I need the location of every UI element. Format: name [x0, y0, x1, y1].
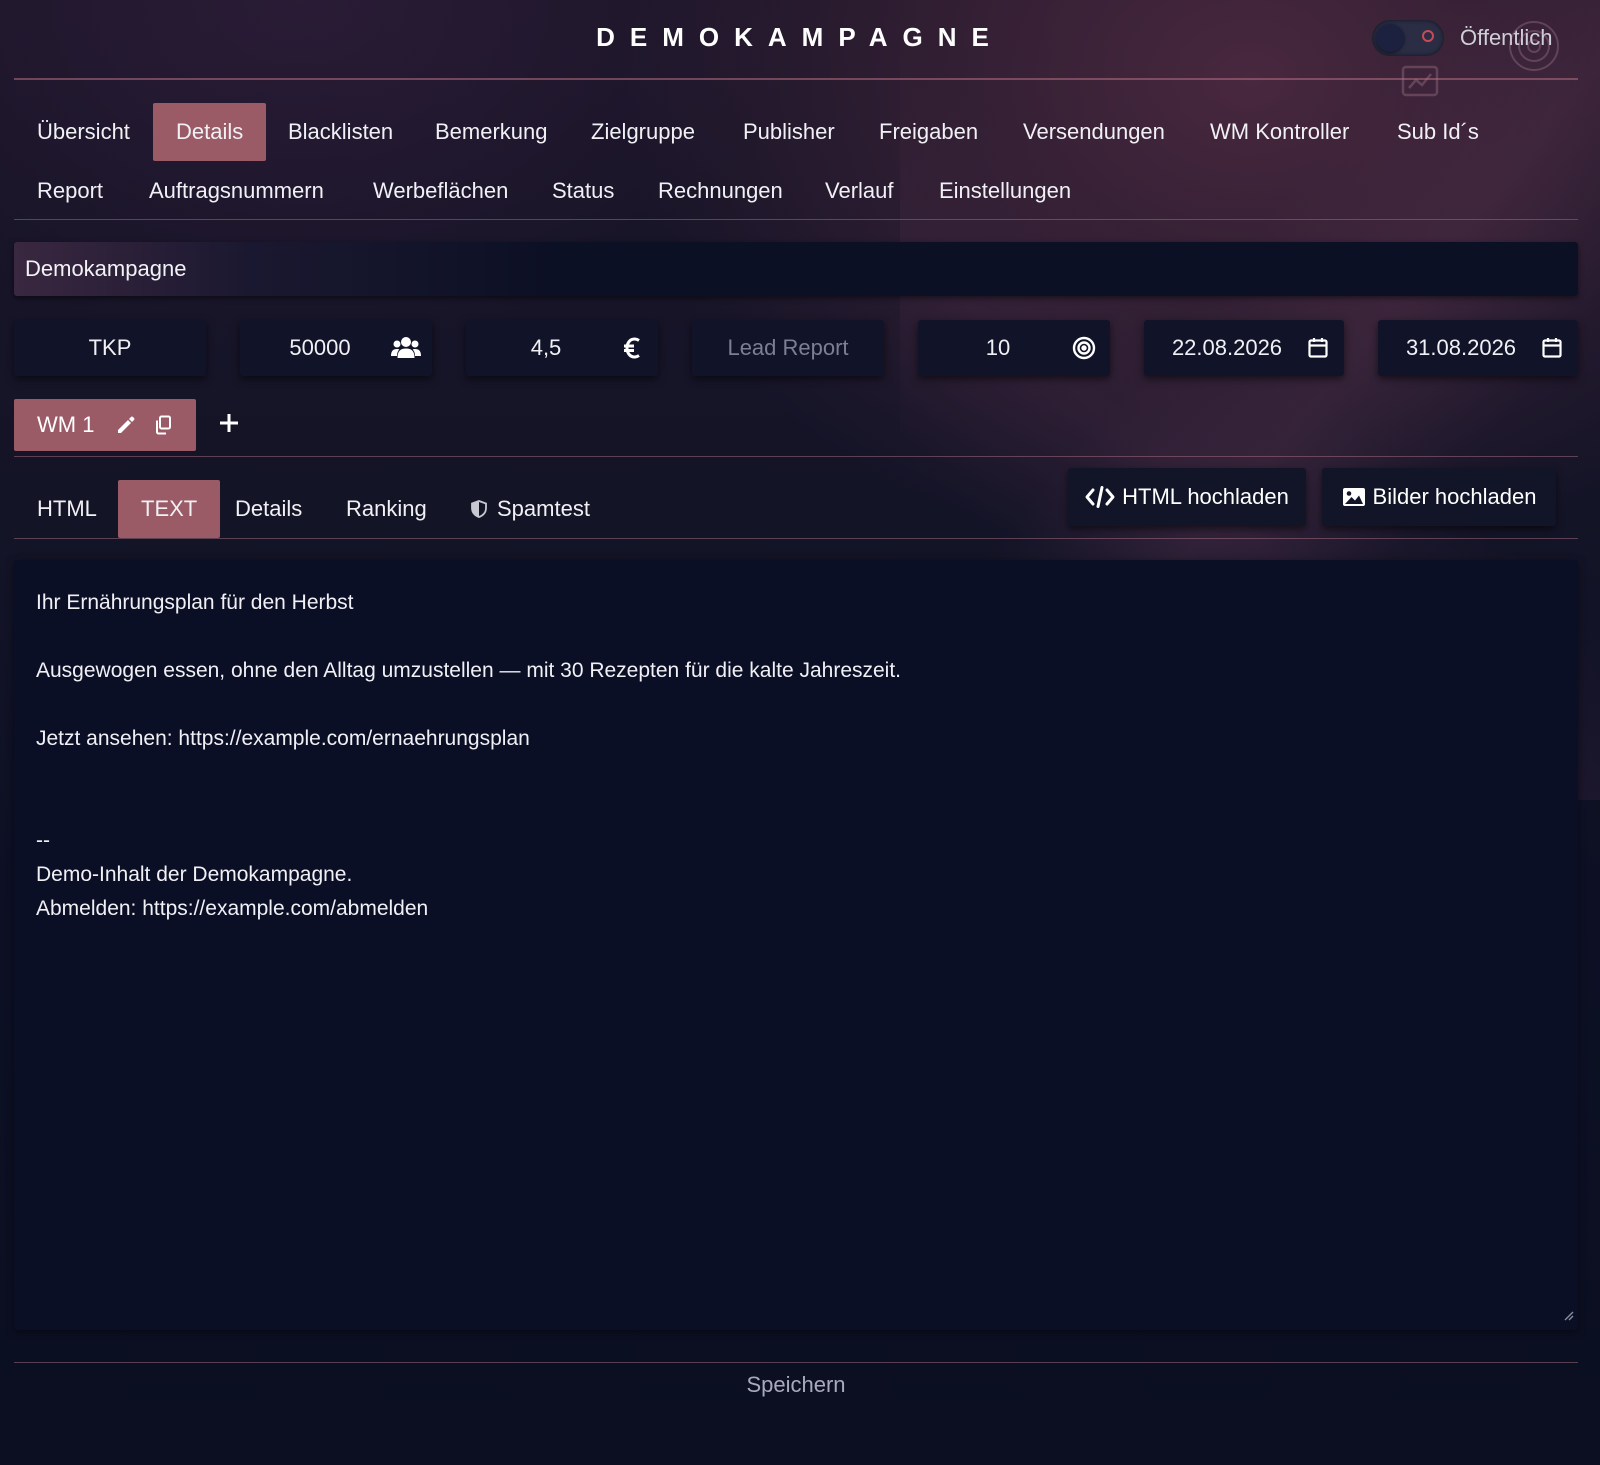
mailing-tab-label: WM 1 — [37, 412, 95, 437]
nav-tab-publisher[interactable]: Publisher — [720, 103, 858, 161]
editor-line: Ausgewogen essen, ohne den Alltag umzust… — [36, 659, 902, 682]
tab-details[interactable]: Details — [212, 480, 325, 538]
tab-text[interactable]: TEXT — [118, 480, 221, 538]
start-date-value: 22.08.2026 — [1171, 335, 1283, 360]
target-input[interactable]: 10 — [918, 320, 1110, 376]
editor-line: Jetzt ansehen: https://example.com/ernae… — [36, 727, 530, 750]
calendar-icon[interactable] — [1292, 337, 1344, 359]
shield-icon — [471, 500, 487, 518]
editor-line: Abmelden: https://example.com/abmelden — [36, 897, 429, 920]
billing-type-value: TKP — [88, 335, 132, 360]
report-placeholder: Lead Report — [727, 335, 849, 360]
upload-html-button[interactable]: HTML hochladen — [1068, 468, 1306, 526]
nav-tab-rechnungen[interactable]: Rechnungen — [635, 162, 806, 220]
price-input[interactable]: 4,5 — [466, 320, 658, 376]
tab-ranking[interactable]: Ranking — [323, 480, 450, 538]
upload-images-button[interactable]: Bilder hochladen — [1322, 468, 1556, 526]
header-divider — [14, 78, 1578, 80]
users-icon — [380, 336, 432, 360]
nav-tab-bemerkung[interactable]: Bemerkung — [412, 103, 571, 161]
mailing-divider — [14, 456, 1578, 457]
nav-tab-report[interactable]: Report — [14, 162, 126, 220]
public-switch[interactable] — [1372, 20, 1444, 56]
footer-divider — [14, 1362, 1578, 1363]
text-editor[interactable]: Ihr Ernährungsplan für den Herbst Ausgew… — [14, 560, 1578, 1330]
nav-tab-versendungen[interactable]: Versendungen — [1000, 103, 1188, 161]
tab-spamtest[interactable]: Spamtest — [448, 480, 613, 538]
billing-type-select[interactable]: TKP — [14, 320, 206, 376]
page-title: DEMOKAMPAGNE — [596, 22, 1004, 52]
upload-html-label: HTML hochladen — [1122, 484, 1289, 509]
nav-tab-details[interactable]: Details — [153, 103, 267, 161]
editor-line: Ihr Ernährungsplan für den Herbst — [36, 591, 354, 614]
tab-spamtest-label: Spamtest — [497, 496, 590, 521]
editor-line: Demo-Inhalt der Demokampagne. — [36, 863, 353, 886]
copy-icon[interactable] — [154, 415, 172, 435]
nav-tab-status[interactable]: Status — [529, 162, 637, 220]
resize-handle-icon[interactable] — [1562, 1308, 1574, 1326]
euro-icon — [606, 337, 658, 359]
chart-decoration-icon — [1400, 64, 1440, 105]
nav-divider — [14, 219, 1578, 220]
report-input[interactable]: Lead Report — [692, 320, 884, 376]
image-icon — [1342, 488, 1365, 506]
nav-tab-blacklisten[interactable]: Blacklisten — [265, 103, 416, 161]
target-value: 10 — [985, 335, 1011, 360]
nav-tab-werbeflaechen[interactable]: Werbeflächen — [350, 162, 531, 220]
mailing-tab-wm-1[interactable]: WM 1 — [14, 399, 196, 451]
start-date-input[interactable]: 22.08.2026 — [1144, 320, 1344, 376]
nav-tab-wm-kontroller[interactable]: WM Kontroller — [1187, 103, 1372, 161]
volume-value: 50000 — [289, 335, 351, 360]
price-value: 4,5 — [530, 335, 562, 360]
plus-icon[interactable] — [218, 412, 240, 439]
nav-tab-zielgruppe[interactable]: Zielgruppe — [568, 103, 718, 161]
end-date-input[interactable]: 31.08.2026 — [1378, 320, 1578, 376]
editor-line: -- — [36, 829, 50, 852]
volume-input[interactable]: 50000 — [240, 320, 432, 376]
switch-off-indicator — [1422, 30, 1434, 42]
campaign-name-bar — [14, 242, 1578, 296]
nav-tab-freigaben[interactable]: Freigaben — [856, 103, 1001, 161]
nav-tab-verlauf[interactable]: Verlauf — [802, 162, 917, 220]
target-icon — [1058, 336, 1110, 360]
nav-tab-einstellungen[interactable]: Einstellungen — [916, 162, 1094, 220]
tab-html[interactable]: HTML — [14, 480, 120, 538]
nav-tab-uebersicht[interactable]: Übersicht — [14, 103, 153, 161]
end-date-value: 31.08.2026 — [1405, 335, 1517, 360]
campaign-name-input[interactable] — [14, 242, 1578, 296]
calendar-icon[interactable] — [1526, 337, 1578, 359]
switch-knob — [1376, 24, 1404, 52]
code-icon — [1085, 486, 1115, 508]
pencil-icon[interactable] — [116, 415, 136, 435]
nav-tab-auftragsnummern[interactable]: Auftragsnummern — [126, 162, 347, 220]
upload-images-label: Bilder hochladen — [1372, 484, 1537, 509]
content-tabs-divider — [14, 538, 1578, 539]
nav-tab-sub-ids[interactable]: Sub Id´s — [1374, 103, 1502, 161]
target-decoration-icon — [1508, 20, 1560, 77]
save-button[interactable]: Speichern — [0, 1372, 1592, 1398]
